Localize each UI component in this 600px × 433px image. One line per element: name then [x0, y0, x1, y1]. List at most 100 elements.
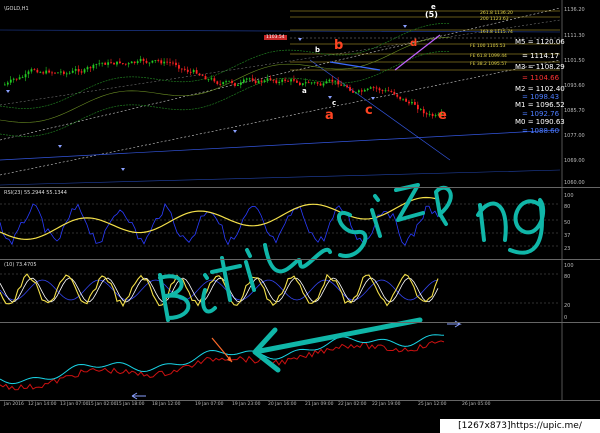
- candle-body: [110, 62, 112, 64]
- candle-body: [363, 89, 366, 92]
- candle-body: [414, 102, 416, 105]
- candle-body: [107, 62, 110, 65]
- candle-body: [160, 60, 163, 64]
- candle-body: [104, 62, 107, 65]
- pane-separator[interactable]: [0, 187, 600, 188]
- candle-body: [375, 87, 378, 89]
- candle-body: [228, 80, 230, 82]
- candle-body: [127, 63, 130, 65]
- time-label: 13 Jan 07:00: [60, 402, 89, 407]
- channel-line: [0, 59, 561, 176]
- candle-body: [304, 82, 307, 84]
- price-box: 1103.54: [264, 35, 287, 40]
- time-label: 20 Jan 16:00: [268, 402, 297, 407]
- candle-body: [4, 84, 6, 86]
- candle-body: [334, 80, 337, 82]
- candle-body: [346, 85, 348, 88]
- price-tick: 1093.60: [564, 83, 585, 89]
- candle-body: [290, 79, 292, 82]
- time-axis-separator: [0, 400, 600, 401]
- fractal-arrow: [121, 168, 125, 171]
- candle-body: [222, 82, 225, 85]
- fib-label: 200 1123.63: [480, 17, 509, 22]
- candle-body: [434, 115, 437, 117]
- candle-body: [360, 90, 363, 92]
- candle-body: [405, 98, 407, 102]
- candle-body: [74, 69, 77, 71]
- candle-body: [287, 80, 289, 82]
- candle-body: [254, 80, 257, 84]
- stoch-tick: 0: [564, 315, 568, 321]
- candle-body: [163, 61, 166, 64]
- symbol-header: \GOLD,H1: [4, 6, 29, 12]
- level-label: = 1088.60: [522, 127, 560, 135]
- level-label: = 1104.66: [522, 74, 560, 82]
- handwriting-arrow: [252, 317, 423, 373]
- candle-body: [186, 69, 189, 72]
- candle-body: [234, 82, 236, 86]
- wave-label-b: b: [334, 38, 344, 53]
- pane-separator[interactable]: [0, 322, 600, 323]
- time-label: 19 Jan 23:00: [232, 402, 261, 407]
- candle-body: [83, 69, 86, 73]
- candle-body: [340, 84, 343, 86]
- stoch-tick: 80: [564, 274, 571, 280]
- candle-body: [124, 63, 127, 65]
- price-tick: 1069.00: [564, 158, 585, 164]
- wave-label-c: c: [365, 103, 373, 118]
- channel-line: [0, 129, 561, 161]
- candle-body: [428, 113, 431, 115]
- candle-body: [281, 79, 284, 82]
- rsi-tick: 23: [564, 246, 571, 252]
- bottom-line: [0, 340, 445, 391]
- candle-body: [237, 84, 239, 86]
- channel-line: [0, 7, 561, 141]
- candle-body: [316, 82, 319, 84]
- wave-label: e: [431, 3, 436, 11]
- candle-body: [325, 81, 328, 84]
- band-line: [0, 37, 451, 123]
- candle-body: [192, 70, 195, 73]
- time-label: 22 Jan 02:00: [338, 402, 367, 407]
- rsi-tick: 100: [564, 193, 574, 199]
- candle-body: [60, 71, 62, 73]
- candle-body: [18, 77, 21, 80]
- price-tick: 1077.00: [564, 133, 585, 139]
- handwriting-stroke: [244, 248, 256, 292]
- candle-body: [89, 67, 92, 69]
- fib-label: FE 38.2 1095.57: [470, 62, 507, 67]
- band-line: [0, 23, 451, 109]
- candle-body: [86, 67, 89, 70]
- candle-body: [402, 98, 405, 100]
- candle-body: [301, 83, 304, 85]
- pane-separator[interactable]: [0, 259, 600, 260]
- candle-body: [240, 82, 242, 85]
- chart-canvas[interactable]: [0, 0, 600, 433]
- candle-body: [310, 82, 313, 84]
- candle-body: [319, 83, 322, 86]
- candle-body: [352, 90, 354, 93]
- wave-label-a: a: [325, 108, 334, 123]
- candle-body: [372, 87, 375, 89]
- candle-body: [172, 62, 174, 64]
- candle-body: [195, 70, 198, 74]
- time-label: 21 Jan 09:00: [305, 402, 334, 407]
- candle-body: [145, 60, 148, 63]
- candle-body: [6, 82, 9, 85]
- rsi-tick: 80: [564, 204, 571, 210]
- level-label: = 1098.43: [522, 93, 560, 101]
- candle-body: [396, 94, 399, 97]
- fib-label: FE 100 1105.53: [470, 44, 506, 49]
- candle-body: [260, 80, 263, 82]
- candle-body: [54, 72, 56, 74]
- time-label: 15 Jan 02:00: [88, 402, 117, 407]
- level-label: M1 = 1096.52: [515, 101, 565, 109]
- candle-body: [21, 77, 24, 79]
- candle-body: [378, 88, 381, 91]
- candle-body: [358, 90, 360, 93]
- fractal-arrow: [6, 90, 10, 93]
- candle-body: [242, 79, 245, 83]
- candle-body: [411, 102, 413, 104]
- candle-body: [130, 61, 133, 64]
- candle-body: [116, 61, 118, 65]
